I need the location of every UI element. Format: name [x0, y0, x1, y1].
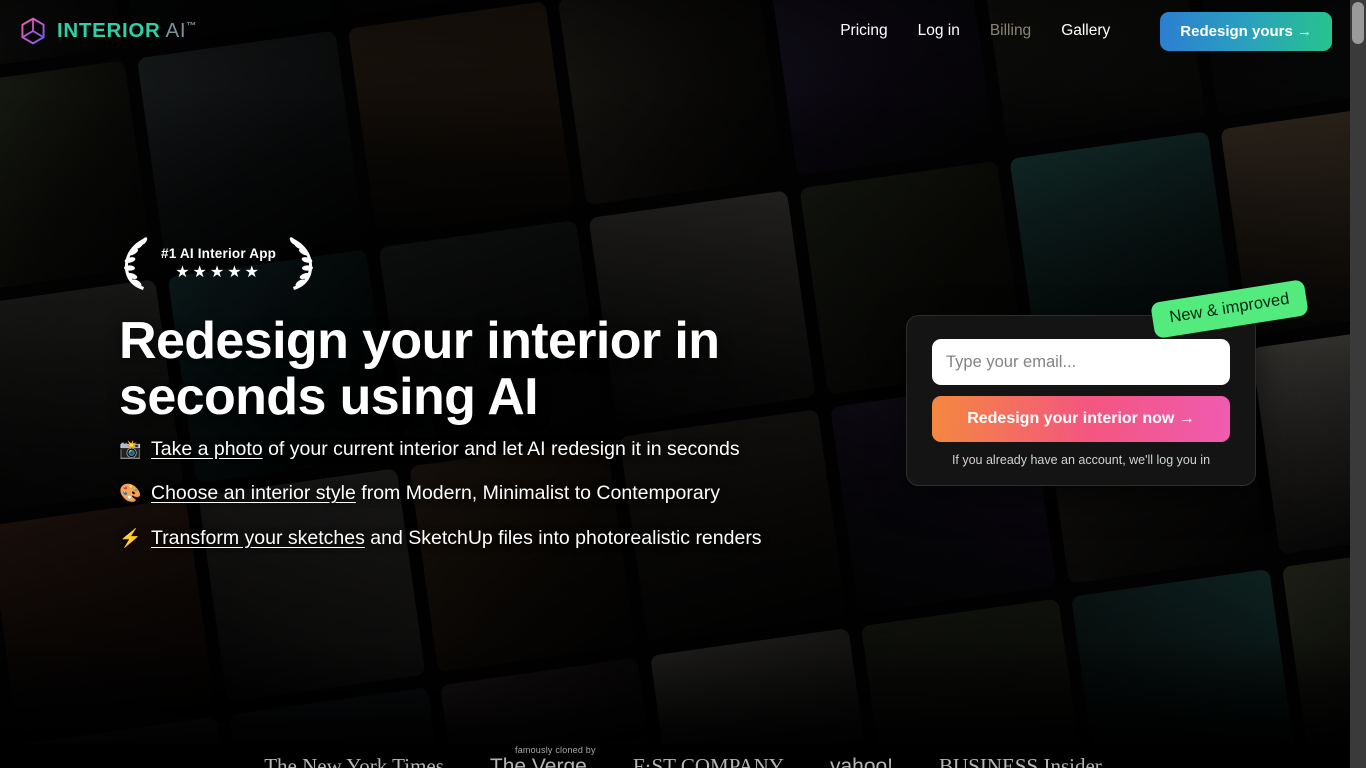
brand-logo[interactable]: INTERIOR AI™: [18, 16, 197, 46]
feature-lead-link[interactable]: Take a photo: [151, 438, 263, 460]
background-photo-tile: [137, 30, 364, 265]
nav-link-login[interactable]: Log in: [918, 22, 960, 40]
laurel-wreath-left-icon: [119, 235, 153, 293]
site-header: INTERIOR AI™ Pricing Log in Billing Galle…: [0, 0, 1366, 62]
background-photo-tile: [860, 598, 1088, 768]
award-badge: #1 AI Interior App ★★★★★: [119, 235, 318, 293]
scrollbar-thumb[interactable]: [1352, 2, 1364, 44]
hero-feature-list: 📸 Take a photo of your current interior …: [119, 437, 899, 570]
signup-card: Redesign your interior now → If you alre…: [906, 315, 1256, 486]
feature-rest: and SketchUp files into photorealistic r…: [364, 526, 762, 549]
vertical-scrollbar[interactable]: [1350, 0, 1366, 768]
press-logo-fast-company: F·ST COMPANY: [632, 754, 784, 768]
redesign-now-submit-button[interactable]: Redesign your interior now →: [932, 396, 1230, 442]
press-logo-business-insider: BUSINESS Insider: [939, 754, 1102, 768]
brand-trademark: ™: [186, 21, 198, 33]
hero-headline: Redesign your interior in seconds using …: [119, 313, 839, 425]
press-logo-nyt: The New York Times: [264, 754, 444, 768]
background-photo-tile: [1071, 568, 1298, 768]
feature-lead-link[interactable]: Choose an interior style: [151, 482, 356, 504]
camera-flash-icon: 📸: [119, 439, 142, 459]
background-photo-tile: [1250, 320, 1366, 555]
signup-helper-text: If you already have an account, we'll lo…: [951, 453, 1211, 467]
nav-link-pricing[interactable]: Pricing: [840, 22, 887, 40]
feature-rest: of your current interior and let AI rede…: [262, 438, 740, 460]
brand-name-primary: INTERIOR: [57, 19, 161, 42]
press-logo-the-verge: The Verge: [489, 755, 587, 768]
brand-name-secondary: AI: [165, 19, 187, 42]
nav-link-gallery[interactable]: Gallery: [1061, 22, 1110, 40]
award-badge-title: #1 AI Interior App: [161, 246, 277, 262]
hero-headline-line1: Redesign your interior in: [119, 312, 720, 370]
laurel-wreath-right-icon: [284, 235, 318, 293]
header-redesign-yours-button[interactable]: Redesign yours →: [1160, 11, 1332, 51]
page-root: INTERIOR AI™ Pricing Log in Billing Galle…: [0, 0, 1366, 768]
nav-link-billing[interactable]: Billing: [990, 22, 1031, 40]
press-cloned-label: famously cloned by: [515, 745, 596, 755]
press-logo-yahoo: yahoo!: [829, 755, 894, 768]
press-logo-strip: The New York Times The Verge F·ST COMPAN…: [0, 744, 1366, 768]
artist-palette-icon: 🎨: [119, 483, 142, 504]
list-item: 🎨 Choose an interior style from Modern, …: [119, 481, 899, 505]
list-item: 📸 Take a photo of your current interior …: [119, 437, 899, 461]
email-input[interactable]: [932, 339, 1230, 385]
feature-rest: from Modern, Minimalist to Contemporary: [355, 482, 720, 505]
award-badge-stars: ★★★★★: [175, 263, 262, 281]
feature-text: Choose an interior style from Modern, Mi…: [151, 481, 720, 505]
feature-lead-link[interactable]: Transform your sketches: [151, 527, 365, 549]
feature-text: Take a photo of your current interior an…: [151, 437, 740, 461]
feature-text: Transform your sketches and SketchUp fil…: [151, 526, 762, 550]
lightning-bolt-icon: ⚡: [119, 527, 142, 548]
brand-wordmark: INTERIOR AI™: [57, 19, 197, 43]
cube-hexagon-icon: [18, 16, 48, 46]
list-item: ⚡ Transform your sketches and SketchUp f…: [119, 526, 899, 550]
hero-headline-line2: seconds using AI: [119, 368, 539, 427]
main-navigation: Pricing Log in Billing Gallery Redesign …: [840, 11, 1332, 51]
